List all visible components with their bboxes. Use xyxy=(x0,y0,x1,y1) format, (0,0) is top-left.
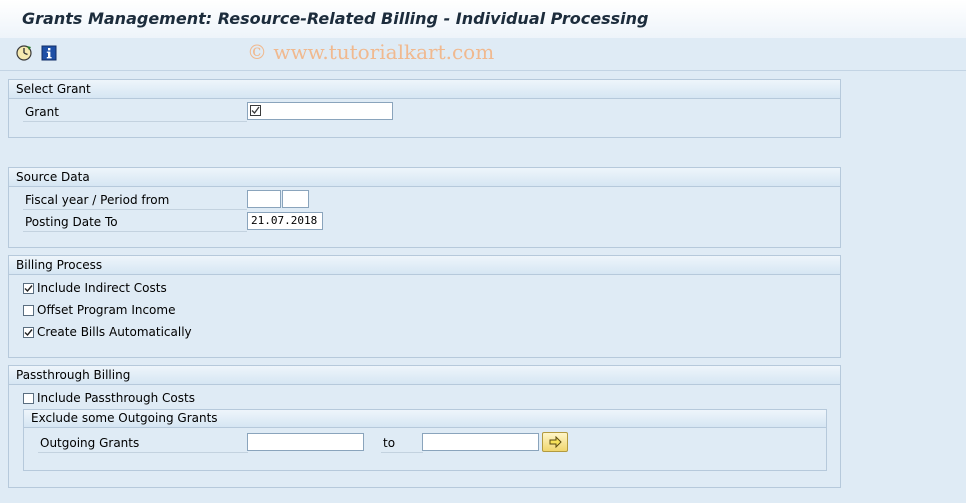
posting-date-to-label: Posting Date To xyxy=(23,213,247,232)
outgoing-grants-from-input[interactable] xyxy=(247,433,364,451)
passthrough-billing-title: Passthrough Billing xyxy=(9,366,840,385)
outgoing-grants-label: Outgoing Grants xyxy=(38,434,248,453)
include-passthrough-costs-label: Include Passthrough Costs xyxy=(37,391,195,405)
billing-process-title: Billing Process xyxy=(9,256,840,275)
exclude-outgoing-grants-title: Exclude some Outgoing Grants xyxy=(24,410,826,428)
include-indirect-costs-label: Include Indirect Costs xyxy=(37,281,167,295)
period-input[interactable] xyxy=(282,190,309,208)
checkbox-checked-icon xyxy=(23,327,34,338)
multiple-selection-button[interactable] xyxy=(542,432,568,452)
offset-program-income-checkbox[interactable]: Offset Program Income xyxy=(23,301,175,319)
information-icon[interactable] xyxy=(40,44,58,62)
arrow-right-icon xyxy=(549,435,562,451)
billing-process-title-text: Billing Process xyxy=(16,258,103,272)
grant-input[interactable] xyxy=(247,102,393,120)
required-check-icon xyxy=(250,105,261,119)
watermark-text: © www.tutorialkart.com xyxy=(247,40,495,64)
outgoing-grants-to-input[interactable] xyxy=(422,433,539,451)
passthrough-billing-group: Passthrough Billing Include Passthrough … xyxy=(8,365,841,488)
billing-process-group: Billing Process Include Indirect Costs O… xyxy=(8,255,841,358)
fiscal-year-period-label: Fiscal year / Period from xyxy=(23,191,247,210)
include-indirect-costs-checkbox[interactable]: Include Indirect Costs xyxy=(23,279,167,297)
posting-date-to-input[interactable]: 21.07.2018 xyxy=(247,212,323,230)
select-grant-group: Select Grant Grant xyxy=(8,79,841,138)
exclude-outgoing-grants-group: Exclude some Outgoing Grants Outgoing Gr… xyxy=(23,409,827,471)
include-passthrough-costs-checkbox[interactable]: Include Passthrough Costs xyxy=(23,389,195,407)
grant-label: Grant xyxy=(23,103,247,122)
page-title: Grants Management: Resource-Related Bill… xyxy=(22,9,649,28)
offset-program-income-label: Offset Program Income xyxy=(37,303,176,317)
checkbox-checked-icon xyxy=(23,283,34,294)
to-label: to xyxy=(381,434,423,453)
select-grant-title: Select Grant xyxy=(9,80,840,99)
create-bills-automatically-checkbox[interactable]: Create Bills Automatically xyxy=(23,323,192,341)
source-data-title: Source Data xyxy=(9,168,840,187)
title-bar: Grants Management: Resource-Related Bill… xyxy=(0,0,966,39)
source-data-group: Source Data Fiscal year / Period from Po… xyxy=(8,167,841,248)
create-bills-automatically-label: Create Bills Automatically xyxy=(37,325,192,339)
execute-icon[interactable] xyxy=(15,44,33,62)
fiscal-year-input[interactable] xyxy=(247,190,281,208)
checkbox-unchecked-icon xyxy=(23,305,34,316)
checkbox-unchecked-icon xyxy=(23,393,34,404)
